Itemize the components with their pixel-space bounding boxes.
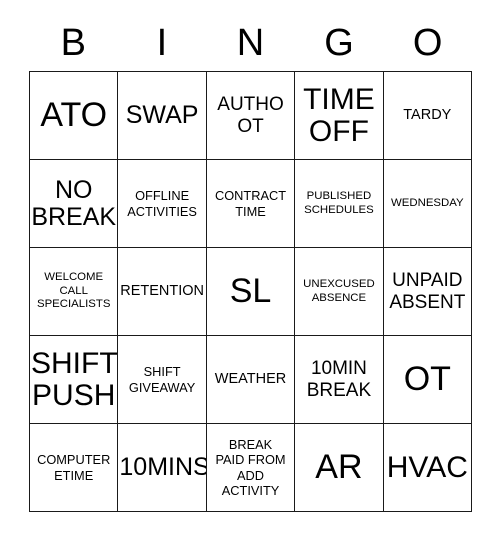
- bingo-cell[interactable]: 10MINS: [118, 424, 207, 512]
- bingo-cell-label: SHIFT PUSH: [31, 346, 118, 412]
- bingo-cell-label: HVAC: [386, 450, 468, 484]
- bingo-cell[interactable]: WEDNESDAY: [383, 160, 473, 248]
- header-letter-b: B: [60, 21, 86, 64]
- bingo-cell[interactable]: SWAP: [118, 72, 207, 160]
- bingo-cell-label: TIME OFF: [303, 82, 375, 148]
- bingo-cell[interactable]: NO BREAK: [30, 160, 119, 248]
- bingo-row: SHIFT PUSH SHIFT GIVEAWAY WEATHER 10MIN …: [30, 336, 473, 424]
- bingo-grid: ATO SWAP AUTHO OT TIME OFF TARDY NO BREA…: [29, 71, 473, 512]
- bingo-cell[interactable]: ATO: [30, 72, 119, 160]
- bingo-cell-label: SHIFT GIVEAWAY: [128, 364, 196, 395]
- bingo-cell-label: OFFLINE ACTIVITIES: [127, 188, 197, 219]
- bingo-cell-label: WEDNESDAY: [391, 196, 464, 209]
- bingo-cell[interactable]: CONTRACT TIME: [206, 160, 296, 248]
- bingo-cell-label: ATO: [40, 96, 108, 135]
- header-letter-n: N: [236, 21, 265, 64]
- bingo-cell-label: 10MINS: [119, 453, 207, 481]
- header-letter-o: O: [412, 21, 443, 64]
- bingo-cell-label: 10MIN BREAK: [306, 358, 372, 401]
- bingo-row: ATO SWAP AUTHO OT TIME OFF TARDY: [30, 72, 473, 160]
- bingo-cell-label: SWAP: [125, 101, 199, 129]
- bingo-cell[interactable]: WELCOME CALL SPECIALISTS: [30, 248, 119, 336]
- bingo-cell-label: UNPAID ABSENT: [389, 270, 466, 313]
- bingo-row: NO BREAK OFFLINE ACTIVITIES CONTRACT TIM…: [30, 160, 473, 248]
- bingo-cell[interactable]: AR: [295, 424, 384, 512]
- bingo-row: COMPUTER ETIME 10MINS BREAK PAID FROM AD…: [30, 424, 473, 512]
- bingo-cell-label: AUTHO OT: [217, 94, 284, 137]
- bingo-cell[interactable]: RETENTION: [118, 248, 207, 336]
- bingo-cell-label: NO BREAK: [31, 175, 117, 231]
- bingo-cell-label: WELCOME CALL SPECIALISTS: [36, 270, 111, 311]
- bingo-cell[interactable]: WEATHER: [206, 336, 296, 424]
- bingo-cell-label: BREAK PAID FROM ADD ACTIVITY: [215, 436, 286, 498]
- bingo-cell-label: TARDY: [403, 107, 452, 124]
- bingo-cell-label: CONTRACT TIME: [214, 188, 287, 219]
- header-letter-g: G: [324, 21, 354, 64]
- bingo-cell-label: COMPUTER ETIME: [37, 452, 111, 483]
- bingo-cell-label: AR: [315, 448, 363, 487]
- bingo-cell[interactable]: 10MIN BREAK: [295, 336, 384, 424]
- bingo-cell[interactable]: OFFLINE ACTIVITIES: [118, 160, 207, 248]
- bingo-cell[interactable]: PUBLISHED SCHEDULES: [295, 160, 384, 248]
- bingo-cell-label: SL: [229, 272, 272, 311]
- bingo-cell[interactable]: COMPUTER ETIME: [30, 424, 119, 512]
- bingo-cell[interactable]: OT: [383, 336, 473, 424]
- bingo-cell[interactable]: UNEXCUSED ABSENCE: [295, 248, 384, 336]
- bingo-row: WELCOME CALL SPECIALISTS RETENTION SL UN…: [30, 248, 473, 336]
- bingo-card: B I N G O ATO SWAP AUTHO OT TIME OFF TAR…: [29, 14, 473, 512]
- bingo-cell[interactable]: HVAC: [383, 424, 473, 512]
- bingo-cell[interactable]: SL: [206, 248, 296, 336]
- bingo-cell[interactable]: SHIFT GIVEAWAY: [118, 336, 207, 424]
- bingo-cell[interactable]: AUTHO OT: [206, 72, 296, 160]
- header-letter-i: I: [156, 21, 168, 64]
- bingo-cell-label: PUBLISHED SCHEDULES: [304, 189, 374, 216]
- bingo-cell[interactable]: UNPAID ABSENT: [383, 248, 473, 336]
- bingo-cell-label: UNEXCUSED ABSENCE: [303, 277, 375, 304]
- bingo-cell-label: OT: [403, 360, 451, 399]
- bingo-cell[interactable]: BREAK PAID FROM ADD ACTIVITY: [206, 424, 296, 512]
- bingo-header-row: B I N G O: [29, 14, 472, 71]
- bingo-cell[interactable]: TIME OFF: [295, 72, 384, 160]
- bingo-cell-label: RETENTION: [120, 283, 204, 300]
- bingo-cell[interactable]: SHIFT PUSH: [30, 336, 119, 424]
- bingo-cell-label: WEATHER: [214, 371, 287, 388]
- bingo-cell[interactable]: TARDY: [383, 72, 473, 160]
